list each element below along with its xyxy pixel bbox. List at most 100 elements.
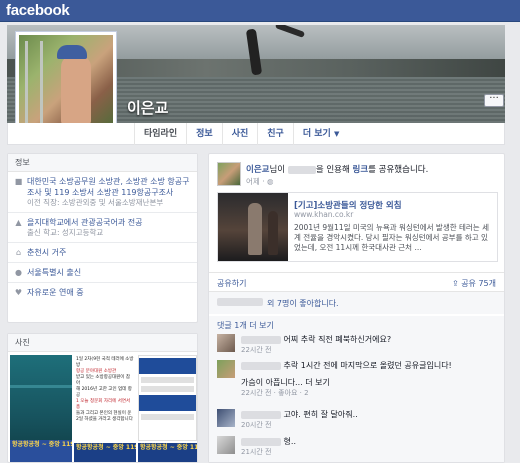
photo-banner: 항공항공청 ~ 중앙 119구조본부 [76, 444, 136, 451]
photo-grid: 1일 2차(9현 국적 테러에 소방방 항공 분야대원 소방관 받고 있는 소방… [8, 353, 197, 463]
tab-about[interactable]: 정보 [186, 123, 222, 145]
profile-name[interactable]: 이은교 [127, 97, 168, 118]
post-timestamp[interactable]: 어제 · ◍ [246, 176, 274, 187]
avatar[interactable] [217, 334, 235, 352]
photo-detail [141, 414, 194, 420]
info-item-sub: 출신 학교: 성지고등학교 [27, 228, 104, 237]
comment-body: 고야. 편히 잘 달아줘.. 20시간 전 [241, 409, 497, 431]
photo-detail [139, 395, 196, 411]
avatar[interactable] [217, 360, 235, 378]
tab-timeline[interactable]: 타임라인 [134, 123, 186, 145]
post-card: 이은교님이 을 인용해 링크를 공유했습니다. 어제 · ◍ [기고]소방관들의… [208, 153, 505, 463]
facebook-logo[interactable]: facebook [6, 2, 70, 19]
tab-friends[interactable]: 친구 [257, 123, 293, 145]
photo-thumbnail[interactable]: 1일 2차(9현 국적 테러에 소방방 항공 분야대원 소방관 받고 있는 소방… [74, 355, 136, 441]
photo-thumbnail[interactable] [138, 355, 197, 441]
profile-photo [19, 35, 113, 129]
profile-nav: 타임라인 정보 사진 친구 더 보기 ▼ [7, 123, 505, 145]
photo-text-line: 해 2016년 고한 고인 업데 항공 [76, 387, 132, 398]
profile-photo-cap [57, 45, 87, 59]
photo-detail [141, 386, 194, 392]
cover-more-button[interactable]: ··· [484, 94, 504, 107]
share-count[interactable]: ⇪ 공유 75개 [452, 278, 496, 289]
likes-text[interactable]: 외 7명이 좋아합니다. [267, 298, 339, 309]
comment-meta: 20시간 전 [241, 421, 272, 429]
comment-meta: 21시간 전 [241, 448, 272, 456]
photo-thumbnail[interactable]: 항공항공청 ~ 중앙 119구조본부 [74, 443, 136, 462]
photo-thumbnail[interactable]: 항공항공청 ~ 중앙 119구조본부 [10, 440, 72, 462]
avatar[interactable] [217, 436, 235, 454]
tab-more-label: 더 보기 [302, 129, 331, 139]
redacted-name [287, 165, 316, 174]
share-count-text: 공유 75개 [461, 279, 496, 288]
globe-icon: ◍ [266, 177, 274, 186]
comment-text: 고야. 편히 잘 달아줘.. [283, 410, 358, 419]
post-header: 이은교님이 을 인용해 링크를 공유했습니다. [246, 163, 496, 175]
info-item-main[interactable]: 춘천시 거주 [27, 247, 191, 258]
photo-text-line: 2일 하셨을 거라고 생각합니다 [76, 417, 133, 422]
tab-more[interactable]: 더 보기 ▼ [292, 123, 349, 145]
post-actions: 공유하기 ⇪ 공유 75개 [209, 272, 504, 292]
link-thumbnail [218, 193, 288, 261]
info-item-relationship: ♥ 자유로운 연애 중 [8, 283, 197, 302]
comment-text: 어찌 추락 직전 폐북하신거에요? [283, 335, 392, 344]
avatar[interactable] [217, 409, 235, 427]
link-thumbnail-figure [268, 211, 278, 255]
info-item-work: ■ 대한민국 소방공무원 소방관, 소방관 소방 항공구조사 및 119 소방서… [8, 172, 197, 213]
photo-detail [139, 358, 196, 374]
photos-header[interactable]: 사진 [8, 334, 197, 352]
info-item-from: ● 서울특별시 출신 [8, 263, 197, 283]
comment-body: 어찌 추락 직전 폐북하신거에요? 22시간 전 [241, 334, 497, 356]
info-item-education: ▲ 을지대학교에서 관광공국어과 전공 출신 학교: 성지고등학교 [8, 213, 197, 243]
pin-icon: ● [15, 268, 22, 277]
redacted-name[interactable] [241, 410, 281, 419]
post-timestamp-text: 어제 [246, 177, 260, 186]
post-header-text: 를 공유했습니다. [368, 165, 429, 175]
photos-card: 사진 1일 2차(9현 국적 테러에 소방방 항공 분야대원 소방관 받고 있는… [7, 333, 198, 463]
chevron-down-icon: ▼ [333, 130, 340, 138]
redacted-name[interactable] [241, 335, 281, 344]
link-preview[interactable]: [기고]소방관들의 정당한 외침 www.khan.co.kr 2001년 9월… [217, 192, 498, 262]
redacted-name[interactable] [241, 361, 281, 370]
link-description: 2001년 9월11일 미국의 뉴욕과 워싱턴에서 발생한 테러는 세계 전율을… [294, 223, 489, 252]
photo-banner: 항공항공청 ~ 중앙 119구조본부 [140, 444, 197, 451]
profile-photo-frame [25, 41, 43, 129]
photo-thumbnail[interactable]: 항공항공청 ~ 중앙 119구조본부 [138, 443, 197, 462]
photo-text-line: 1 오늘 청문회 자리에 서면서 총 [76, 399, 131, 410]
info-header: 정보 [8, 154, 197, 172]
post-link-word[interactable]: 링크 [353, 165, 369, 175]
photo-banner: 항공항공청 ~ 중앙 119구조본부 [12, 441, 72, 448]
likes-bar: 외 7명이 좋아합니다. [209, 292, 504, 314]
photo-detail [10, 385, 72, 388]
heart-icon: ♥ [14, 288, 23, 297]
briefcase-icon: ■ [14, 177, 23, 186]
info-item-main[interactable]: 을지대학교에서 관광공국어과 전공 [27, 217, 191, 228]
redacted-name[interactable] [241, 437, 281, 446]
share-button[interactable]: 공유하기 [217, 278, 246, 289]
post-header-text: 을 인용해 [315, 165, 350, 175]
photo-text-line: 받고 있는 소방항공대원이 참아 [76, 375, 130, 386]
nav-tabs: 타임라인 정보 사진 친구 더 보기 ▼ [134, 123, 348, 145]
info-item-sub: 이전 직장: 소방관외중 및 서울소방재난본부 [27, 198, 164, 207]
comment-text: 추락 1시간 전에 마지막으로 올렸던 공유글입니다! [283, 361, 452, 370]
comments-section: 댓글 1개 더 보기 어찌 추락 직전 폐북하신거에요? 22시간 전 추락 1… [209, 316, 504, 462]
tab-photos[interactable]: 사진 [221, 123, 258, 145]
comment-body: 형.. 21시간 전 [241, 436, 497, 458]
info-card: 정보 ■ 대한민국 소방공무원 소방관, 소방관 소방 항공구조사 및 119 … [7, 153, 198, 323]
photo-detail [141, 377, 194, 383]
info-item-main[interactable]: 대한민국 소방공무원 소방관, 소방관 소방 항공구조사 및 119 소방서 소… [27, 176, 191, 198]
profile-picture[interactable] [15, 31, 117, 133]
comment-body: 추락 1시간 전에 마지막으로 올렸던 공유글입니다! 가슴이 아픕니다... … [241, 360, 497, 399]
info-item-main[interactable]: 서울특별시 출신 [27, 267, 191, 278]
profile-photo-person [61, 55, 91, 125]
link-domain: www.khan.co.kr [294, 210, 354, 219]
comment-meta: 22시간 전 [241, 346, 272, 354]
post-author[interactable]: 이은교 [246, 165, 269, 175]
comment-text: 가슴이 아픕니다... 더 보기 [241, 378, 330, 387]
redacted-name [217, 298, 263, 306]
share-icon: ⇪ [451, 279, 459, 288]
more-comments-link[interactable]: 댓글 1개 더 보기 [217, 320, 274, 331]
top-bar: facebook [0, 0, 520, 22]
comment-text: 형.. [283, 437, 296, 446]
avatar[interactable] [217, 162, 241, 186]
